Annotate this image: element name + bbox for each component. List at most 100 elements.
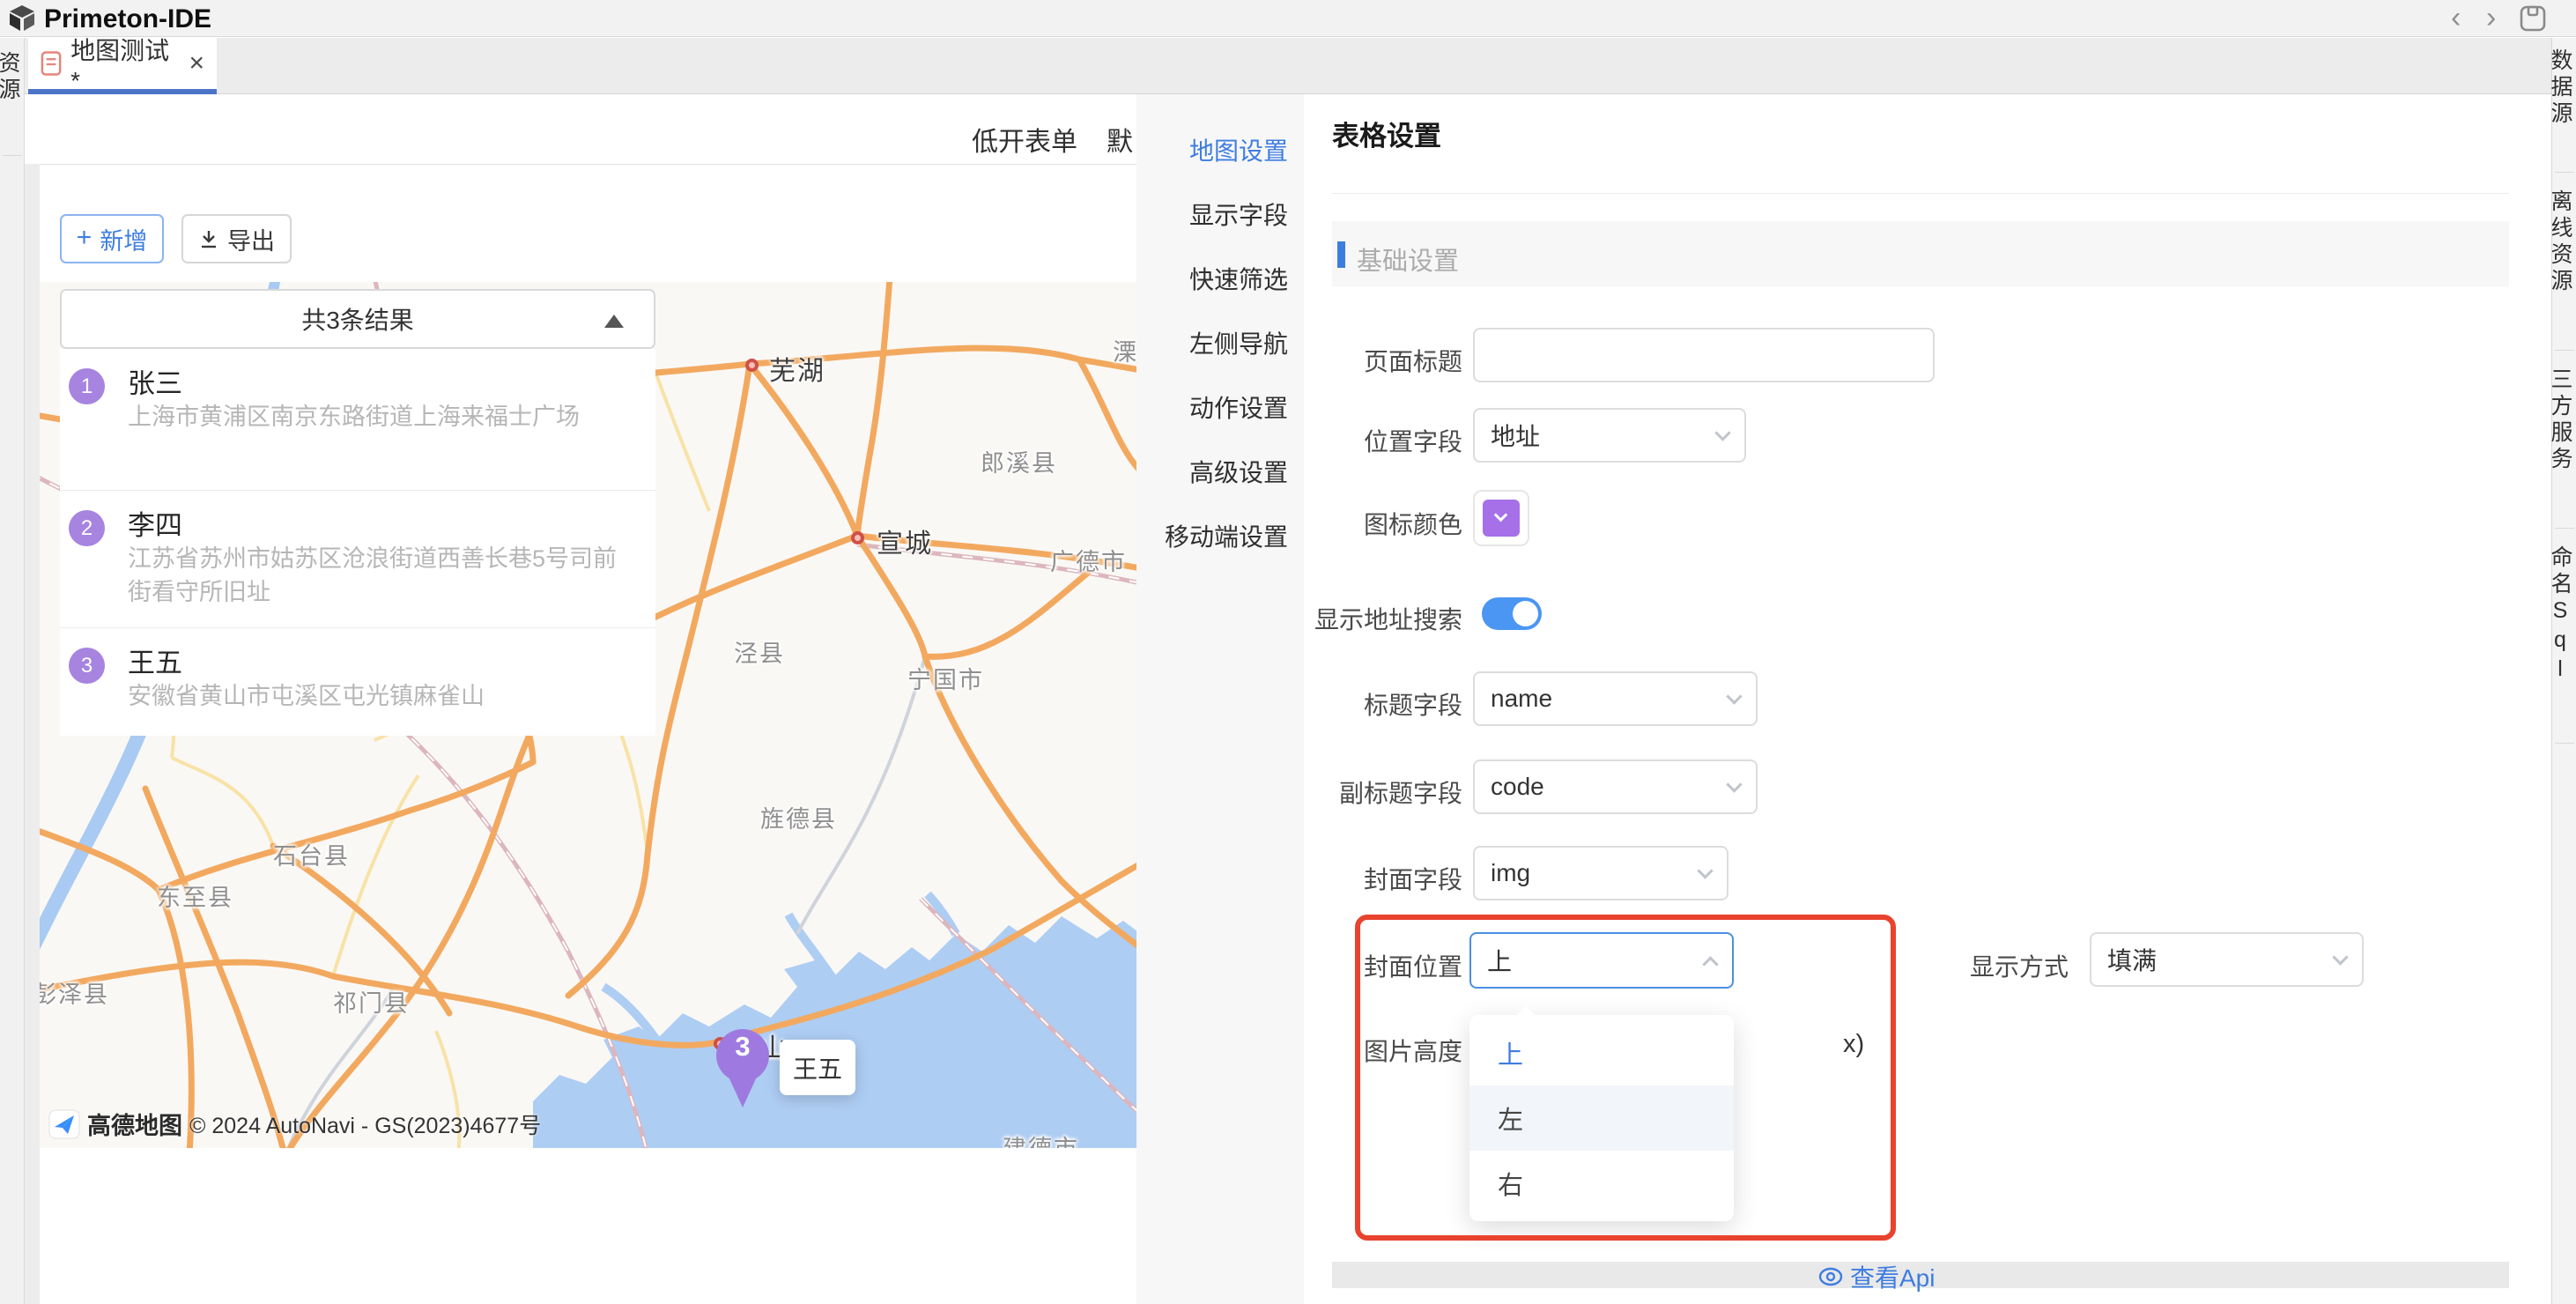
map-label-county: 建德市 [1003,1130,1079,1148]
save-icon[interactable] [2520,5,2546,32]
app-logo-icon [7,4,37,33]
map-label-city: 宣城 [877,522,933,560]
cover-position-value: 上 [1487,943,1512,978]
chevron-down-icon [1714,425,1730,441]
menu-item-display-fields[interactable]: 显示字段 [1189,196,1288,232]
field-label-subtitle-field: 副标题字段 [1304,774,1462,810]
canvas-gutter [25,164,40,1304]
right-rail: 数据源 离线资源 三方服务 命名Sql [2551,38,2576,1304]
cover-field-select[interactable]: img [1473,846,1728,900]
marker-tooltip: 王五 [780,1040,855,1095]
map-marker-pin[interactable]: 3 [716,1029,769,1108]
chevron-up-icon [1702,956,1718,972]
map-label-county: 东至县 [157,878,233,913]
list-item[interactable]: 3 王五 安徽省黄山市屯溪区屯光镇麻雀山 [60,627,655,736]
add-button[interactable]: + 新增 [60,214,164,263]
map-label-county: 宁国市 [907,661,984,695]
cover-position-select[interactable]: 上 [1469,932,1734,989]
form-file-icon [41,50,62,77]
result-count-label: 共3条结果 [301,301,414,337]
back-icon[interactable]: ‹ [2451,2,2461,33]
rail-divider [2555,350,2574,351]
display-mode-select[interactable]: 填满 [2090,932,2364,987]
item-index-badge: 3 [69,648,105,684]
map-copyright: © 2024 AutoNavi - GS(2023)4677号 [189,1108,541,1140]
forward-icon[interactable]: › [2486,2,2496,33]
field-label-icon-color: 图标颜色 [1304,506,1462,541]
section-accent-bar [1337,241,1345,268]
field-label-position-field: 位置字段 [1304,423,1462,458]
dropdown-option-left[interactable]: 左 [1469,1085,1734,1151]
map-label-county: 郎溪县 [981,444,1057,478]
amap-brand: 高德地图 [87,1107,182,1141]
chevron-down-icon [1726,688,1742,704]
rail-item-datasource[interactable]: 数据源 [2552,48,2576,128]
app-title: Primeton-IDE [44,4,211,34]
result-count-header[interactable]: 共3条结果 [60,289,655,349]
result-list: 1 张三 上海市黄浦区南京东路街道上海来福士广场 2 李四 江苏省苏州市姑苏区沧… [60,349,655,736]
rail-divider [2555,172,2574,173]
toolbar-divider [40,164,1136,165]
canvas-tab-default[interactable]: 默 [1107,120,1133,159]
menu-item-quick-filter[interactable]: 快速筛选 [1189,261,1288,296]
list-item[interactable]: 1 张三 上海市黄浦区南京东路街道上海来福士广场 [60,349,655,490]
title-field-value: name [1491,685,1552,713]
item-index-badge: 1 [69,368,105,404]
rail-divider [3,155,22,156]
item-index-badge: 2 [69,510,105,546]
tab-title: 地图测试* [70,32,174,95]
marker-number: 3 [716,1031,769,1063]
menu-item-mobile[interactable]: 移动端设置 [1165,518,1288,553]
rail-item-namedsql[interactable]: 命名Sql [2552,545,2576,685]
map-attribution: 高德地图 © 2024 AutoNavi - GS(2023)4677号 [48,1107,541,1141]
view-api-link[interactable]: 查看Api [1818,1259,1935,1294]
settings-panel: 表格设置 基础设置 页面标题 位置字段 地址 图标颜色 显示地址搜索 标题字段 … [1304,94,2551,1304]
amap-logo-icon [48,1109,80,1139]
position-field-value: 地址 [1491,418,1540,453]
list-item[interactable]: 2 李四 江苏省苏州市姑苏区沧浪街道西善长巷5号司前街看守所旧址 [60,490,655,627]
export-button-label: 导出 [227,222,275,256]
export-button[interactable]: 导出 [181,214,292,263]
section-title: 基础设置 [1357,241,1459,278]
page-title-input[interactable] [1473,328,1935,382]
view-api-label: 查看Api [1850,1259,1935,1294]
subtitle-field-select[interactable]: code [1473,759,1758,814]
item-name: 李四 [128,503,182,543]
item-address: 安徽省黄山市屯溪区屯光镇麻雀山 [128,679,639,713]
tab-map-test[interactable]: 地图测试* × [28,38,217,89]
chevron-down-icon [1697,863,1713,878]
rail-item-offline[interactable]: 离线资源 [2552,189,2576,295]
cover-position-dropdown: 上 左 右 [1469,1015,1734,1221]
collapse-icon[interactable] [604,315,624,328]
menu-item-left-nav[interactable]: 左侧导航 [1189,325,1288,360]
image-height-suffix: x) [1843,1030,1864,1059]
menu-item-action-settings[interactable]: 动作设置 [1189,389,1288,425]
item-address: 上海市黄浦区南京东路街道上海来福士广场 [128,400,639,433]
display-mode-value: 填满 [2107,942,2157,977]
icon-color-picker[interactable] [1473,490,1529,546]
dropdown-option-top[interactable]: 上 [1469,1020,1734,1085]
menu-item-map-settings[interactable]: 地图设置 [1189,132,1288,167]
title-field-select[interactable]: name [1473,671,1758,726]
rail-item-thirdparty[interactable]: 三方服务 [2552,367,2576,473]
map-label-county: 溧阳 [1113,333,1136,367]
map-label-county: 彭泽县 [40,975,109,1010]
city-dot-xuancheng [851,531,864,545]
plus-icon: + [77,223,93,253]
field-label-cover-position: 封面位置 [1304,948,1462,983]
settings-menu: 地图设置 显示字段 快速筛选 左侧导航 动作设置 高级设置 移动端设置 [1136,94,1304,1304]
rail-item-resources[interactable]: 资源 [0,51,24,104]
city-dot-wuhu [745,359,759,372]
eye-icon [1818,1267,1843,1286]
show-address-search-toggle[interactable] [1482,597,1542,630]
field-label-display-mode: 显示方式 [1910,948,2069,983]
map-label-county: 广德市 [1050,543,1127,577]
dropdown-option-right[interactable]: 右 [1469,1151,1734,1216]
toggle-knob [1513,601,1538,626]
map-label-county: 石台县 [273,837,350,871]
position-field-select[interactable]: 地址 [1473,408,1746,463]
tab-close-icon[interactable]: × [189,48,204,78]
marker-tooltip-label: 王五 [793,1050,842,1085]
menu-item-advanced[interactable]: 高级设置 [1189,454,1288,489]
canvas-tab-lowcode-form[interactable]: 低开表单 [972,120,1077,159]
